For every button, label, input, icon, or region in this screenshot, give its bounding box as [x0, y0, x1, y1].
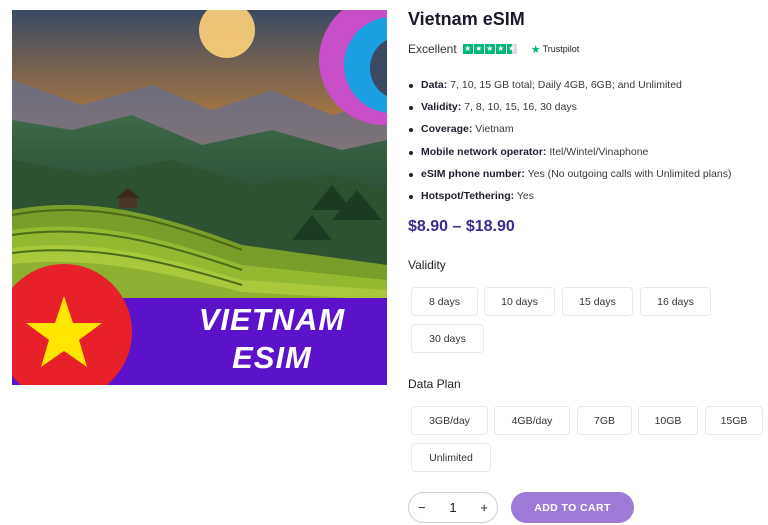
product-image[interactable]: VIETNAM ESIM [12, 10, 387, 385]
data-plan-option-4gb-day[interactable]: 4GB/day [494, 406, 570, 435]
data-plan-option-3gb-day[interactable]: 3GB/day [411, 406, 488, 435]
feature-value: Vietnam [475, 123, 514, 136]
feature-item: Data: 7, 10, 15 GB total; Daily 4GB, 6GB… [408, 74, 763, 96]
data-plan-option-10gb[interactable]: 10GB [638, 406, 698, 435]
star-icon: ★ [462, 44, 473, 54]
feature-label: Coverage: [421, 123, 473, 136]
trustpilot-star-icon: ★ [530, 43, 541, 56]
star-icon: ★ [484, 44, 495, 54]
feature-label: Mobile network operator: [421, 145, 547, 158]
trustpilot-logo[interactable]: ★ Trustpilot [531, 43, 580, 56]
feature-value: Yes (No outgoing calls with Unlimited pl… [527, 167, 732, 180]
data-plan-option-unlimited[interactable]: Unlimited [411, 443, 491, 472]
star-icon: ★ [473, 44, 484, 54]
feature-value: Itel/Wintel/Vinaphone [549, 145, 649, 158]
feature-value: 7, 10, 15 GB total; Daily 4GB, 6GB; and … [450, 79, 682, 91]
validity-option-15-days[interactable]: 15 days [562, 287, 633, 316]
data-plan-option-7gb[interactable]: 7GB [577, 406, 632, 435]
add-to-cart-button[interactable]: ADD TO CART [511, 492, 634, 523]
feature-item: Hotspot/Tethering: Yes [408, 185, 763, 207]
image-caption-line1: VIETNAM [198, 302, 346, 337]
trustpilot-label: Trustpilot [542, 44, 580, 54]
decrease-quantity-button[interactable]: − [418, 500, 426, 515]
increase-quantity-button[interactable]: + [480, 500, 488, 515]
feature-value: 7, 8, 10, 15, 16, 30 days [464, 101, 577, 114]
quantity-input[interactable]: 1 [449, 500, 456, 515]
product-title: Vietnam eSIM [408, 9, 525, 29]
feature-item: Mobile network operator: Itel/Wintel/Vin… [408, 141, 763, 163]
feature-label: Hotspot/Tethering: [421, 190, 515, 203]
feature-item: Coverage: Vietnam [408, 118, 763, 140]
star-icon: ★ [495, 44, 506, 54]
image-caption-line2: ESIM [232, 340, 312, 375]
data-plan-option-15gb[interactable]: 15GB [705, 406, 763, 435]
feature-item: eSIM phone number: Yes (No outgoing call… [408, 163, 763, 185]
quantity-stepper: − 1 + [408, 492, 498, 523]
feature-value: Yes [516, 190, 535, 203]
rating-row[interactable]: Excellent ★ ★ ★ ★ ★ ★ Trustpilot [408, 42, 579, 56]
validity-option-16-days[interactable]: 16 days [640, 287, 711, 316]
validity-label: Validity [408, 258, 446, 272]
rating-stars: ★ ★ ★ ★ ★ [462, 44, 517, 54]
data-plan-label: Data Plan [408, 377, 461, 391]
feature-label: Validity: [421, 101, 462, 114]
half-star-icon: ★ [506, 44, 517, 54]
feature-list: Data: 7, 10, 15 GB total; Daily 4GB, 6GB… [408, 74, 763, 207]
feature-label: Data: [421, 79, 448, 91]
rating-label: Excellent [408, 42, 457, 56]
validity-option-30-days[interactable]: 30 days [411, 324, 484, 353]
feature-item: Validity: 7, 8, 10, 15, 16, 30 days [408, 96, 763, 118]
validity-option-8-days[interactable]: 8 days [411, 287, 478, 316]
price-range: $8.90 – $18.90 [408, 218, 515, 235]
feature-label: eSIM phone number: [421, 167, 525, 180]
validity-option-10-days[interactable]: 10 days [484, 287, 555, 316]
